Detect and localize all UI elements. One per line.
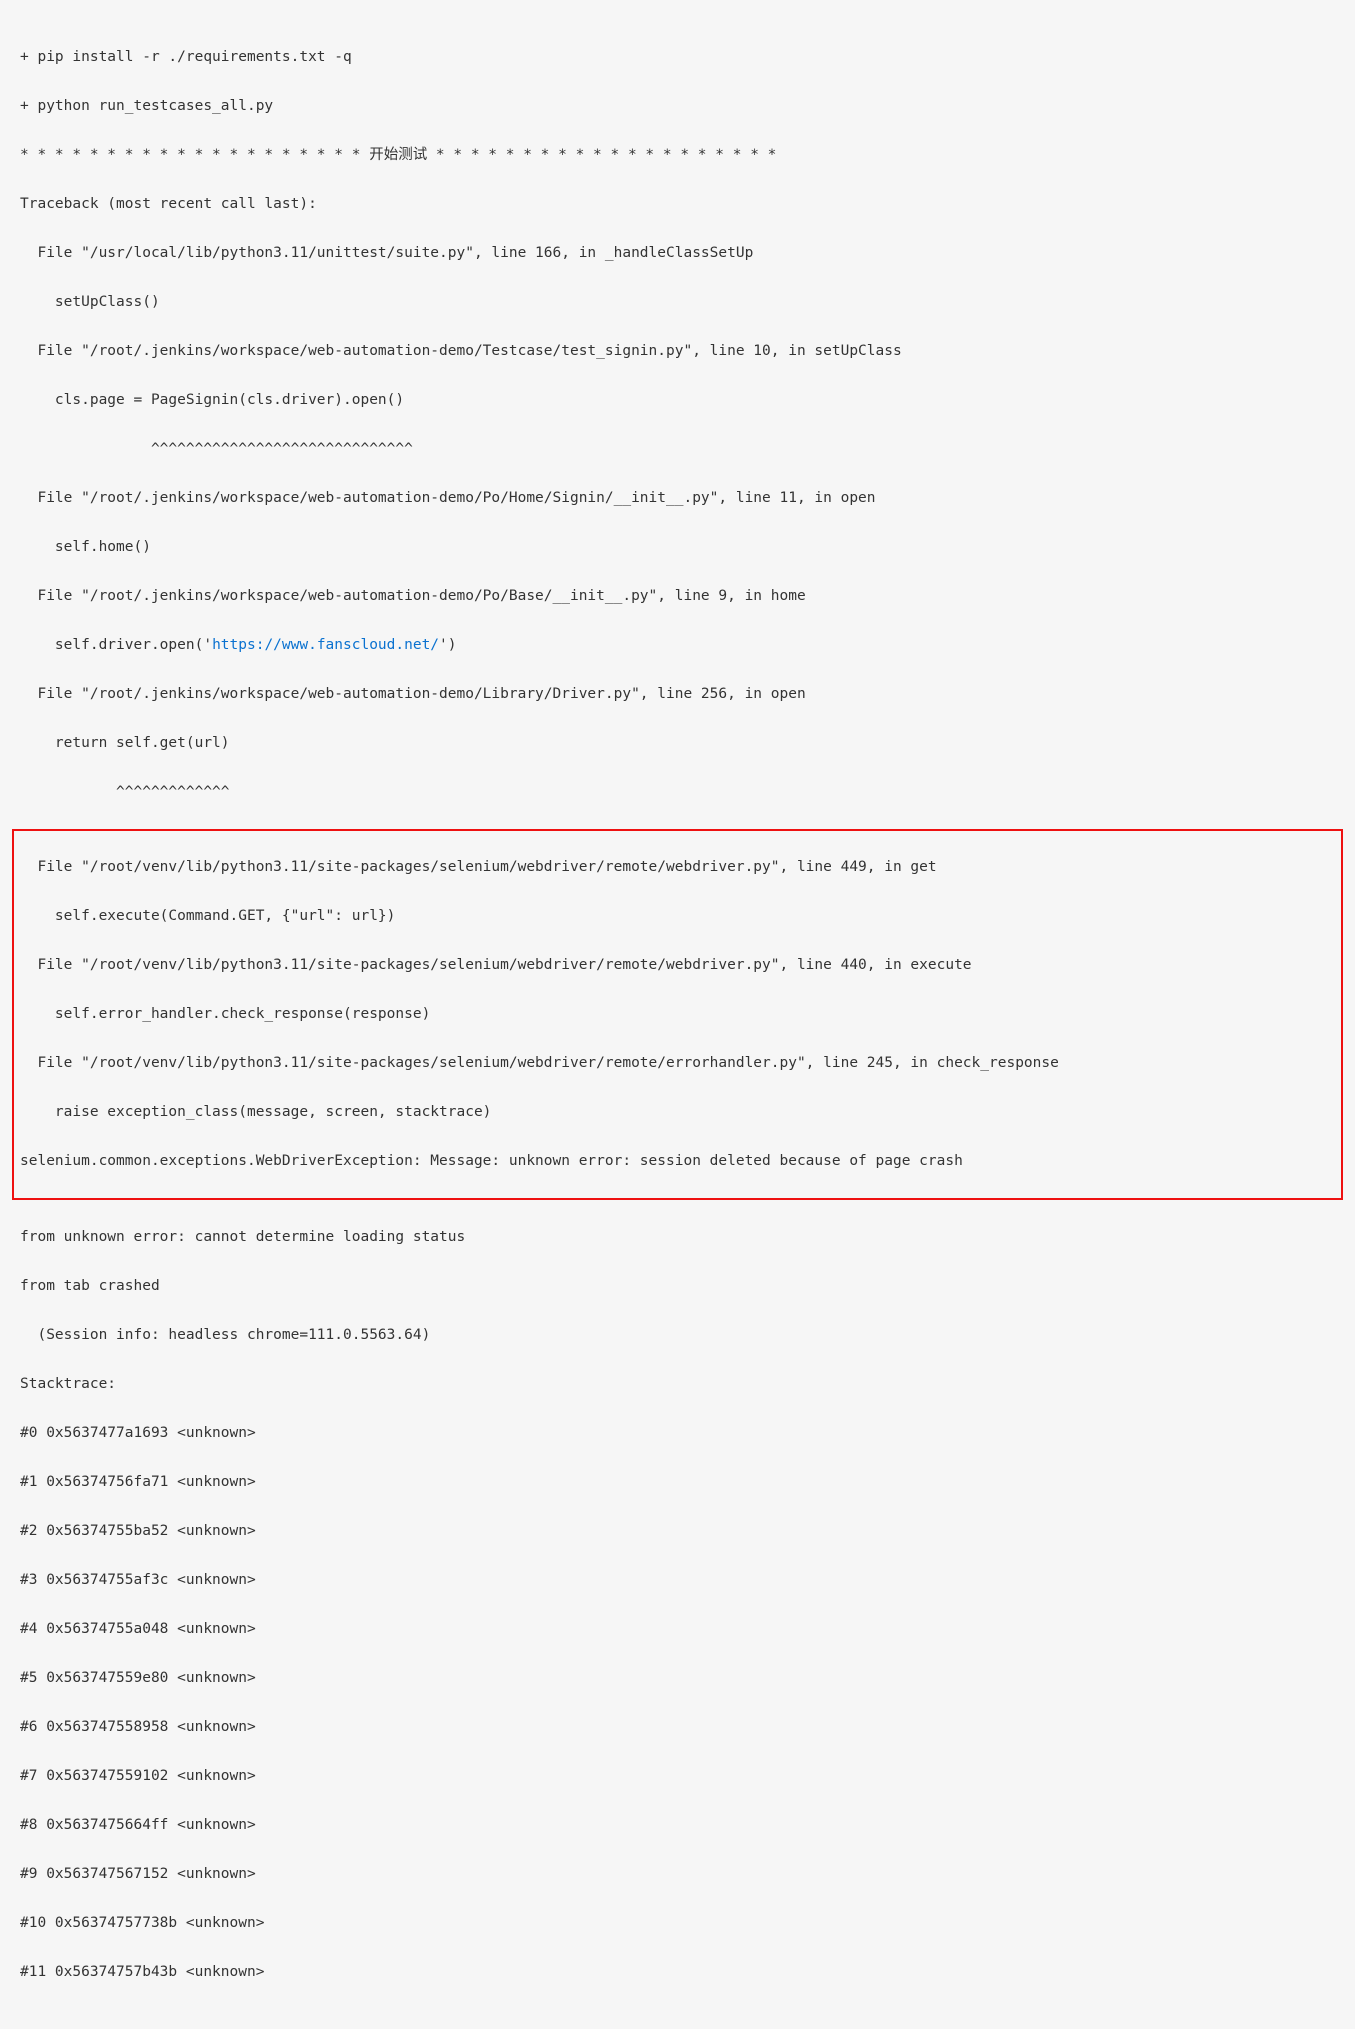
stacktrace-line: #11 0x56374757b43b <unknown> [20, 1960, 1335, 1985]
traceback-code: setUpClass() [20, 290, 1335, 315]
error-detail: from unknown error: cannot determine loa… [20, 1225, 1335, 1250]
stacktrace-line: #5 0x563747559e80 <unknown> [20, 1666, 1335, 1691]
traceback-code: self.home() [20, 535, 1335, 560]
cmd-line: + python run_testcases_all.py [20, 94, 1335, 119]
stacktrace-line: #1 0x56374756fa71 <unknown> [20, 1470, 1335, 1495]
code-text: ') [439, 637, 456, 653]
traceback-frame: File "/root/venv/lib/python3.11/site-pac… [20, 1051, 1335, 1076]
stacktrace-line: #6 0x563747558958 <unknown> [20, 1715, 1335, 1740]
traceback-frame: File "/root/venv/lib/python3.11/site-pac… [20, 855, 1335, 880]
stacktrace-header: Stacktrace: [20, 1372, 1335, 1397]
traceback-frame: File "/root/.jenkins/workspace/web-autom… [20, 339, 1335, 364]
traceback-frame: File "/root/.jenkins/workspace/web-autom… [20, 682, 1335, 707]
traceback-code: self.error_handler.check_response(respon… [20, 1002, 1335, 1027]
banner-line: * * * * * * * * * * * * * * * * * * * * … [20, 143, 1335, 168]
traceback-caret: ^^^^^^^^^^^^^^^^^^^^^^^^^^^^^^ [20, 437, 1335, 462]
stacktrace-line: #2 0x56374755ba52 <unknown> [20, 1519, 1335, 1544]
stacktrace-line: #8 0x5637475664ff <unknown> [20, 1813, 1335, 1838]
error-detail: from tab crashed [20, 1274, 1335, 1299]
console-output: + pip install -r ./requirements.txt -q +… [0, 0, 1355, 2029]
stacktrace-line: #10 0x56374757738b <unknown> [20, 1911, 1335, 1936]
traceback-code: cls.page = PageSignin(cls.driver).open() [20, 388, 1335, 413]
stacktrace-line: #3 0x56374755af3c <unknown> [20, 1568, 1335, 1593]
traceback-caret: ^^^^^^^^^^^^^ [20, 780, 1335, 805]
code-text: self.driver.open(' [20, 637, 212, 653]
url-link[interactable]: https://www.fanscloud.net/ [212, 637, 439, 653]
error-highlight-box: File "/root/venv/lib/python3.11/site-pac… [12, 829, 1343, 1201]
session-info: (Session info: headless chrome=111.0.556… [20, 1323, 1335, 1348]
traceback-frame: File "/root/.jenkins/workspace/web-autom… [20, 486, 1335, 511]
traceback-code: self.execute(Command.GET, {"url": url}) [20, 904, 1335, 929]
stacktrace-line: #0 0x5637477a1693 <unknown> [20, 1421, 1335, 1446]
cmd-line: + pip install -r ./requirements.txt -q [20, 45, 1335, 70]
traceback-code: return self.get(url) [20, 731, 1335, 756]
traceback-header: Traceback (most recent call last): [20, 192, 1335, 217]
traceback-code: raise exception_class(message, screen, s… [20, 1100, 1335, 1125]
stacktrace-line: #9 0x563747567152 <unknown> [20, 1862, 1335, 1887]
traceback-frame: File "/root/.jenkins/workspace/web-autom… [20, 584, 1335, 609]
exception-line: selenium.common.exceptions.WebDriverExce… [20, 1149, 1335, 1174]
traceback-frame: File "/root/venv/lib/python3.11/site-pac… [20, 953, 1335, 978]
stacktrace-line: #4 0x56374755a048 <unknown> [20, 1617, 1335, 1642]
traceback-code: self.driver.open('https://www.fanscloud.… [20, 633, 1335, 658]
traceback-frame: File "/usr/local/lib/python3.11/unittest… [20, 241, 1335, 266]
stacktrace-line: #7 0x563747559102 <unknown> [20, 1764, 1335, 1789]
